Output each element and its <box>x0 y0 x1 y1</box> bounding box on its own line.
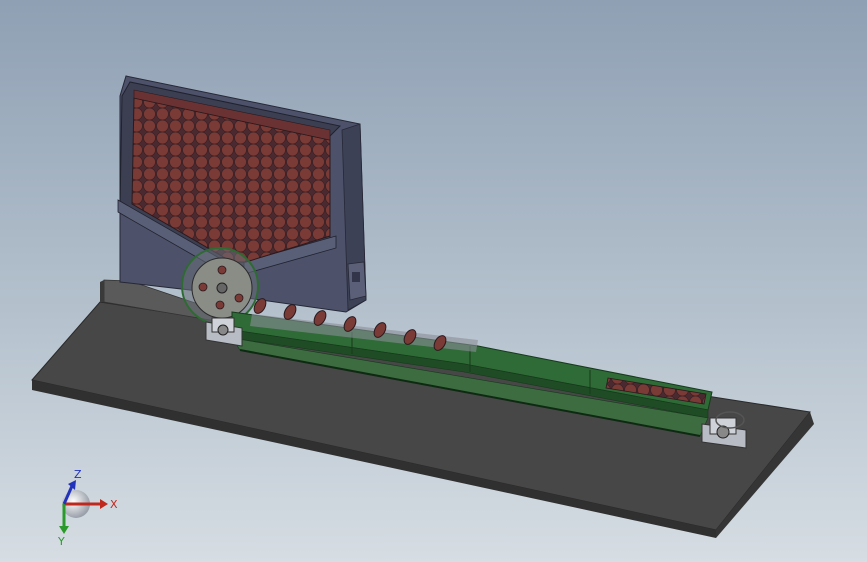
feed-wheel <box>181 247 259 325</box>
z-axis-label: Z <box>74 468 82 481</box>
y-axis-head <box>59 526 69 534</box>
frame-slot <box>352 272 360 282</box>
x-axis-head <box>100 499 108 509</box>
graphics-viewport[interactable]: X Y Z <box>0 0 867 562</box>
coordinate-triad[interactable]: X Y Z <box>57 468 118 548</box>
y-axis-label: Y <box>57 535 65 548</box>
cad-model-view[interactable]: X Y Z <box>0 0 867 562</box>
x-axis-label: X <box>110 498 118 511</box>
